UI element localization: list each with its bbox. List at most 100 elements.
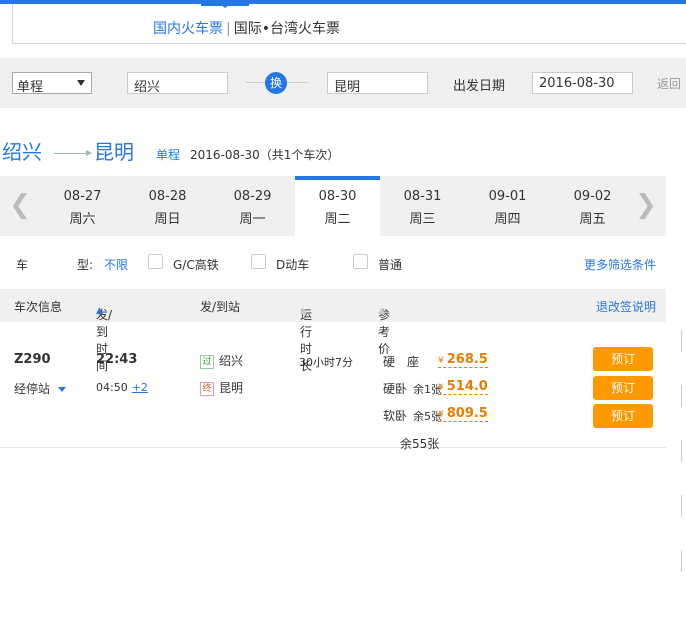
to-station-input[interactable]: 昆明: [327, 72, 428, 95]
checkbox-d-label: D动车: [276, 258, 310, 272]
checkbox-gc-label: G/C高铁: [173, 258, 219, 272]
table-row: Z290 经停站 22:43 04:50 +2 过绍兴 终昆明 30小时7分 硬 …: [0, 322, 666, 451]
sort-icon: ▲: [300, 306, 307, 316]
yen-icon: ¥: [438, 383, 444, 393]
from-station-name: 绍兴: [219, 354, 244, 368]
route-from: 绍兴: [2, 140, 42, 164]
depart-time: 22:43: [96, 352, 138, 367]
plus-days[interactable]: +2: [132, 381, 148, 394]
depart-date-input[interactable]: 2016-08-30: [532, 72, 633, 94]
date-tab-date: 09-01: [488, 189, 527, 204]
terminal-icon: 终: [200, 381, 214, 396]
book-button[interactable]: 预订: [593, 376, 653, 400]
table-header: 车次信息 发/到时间 ▲ 发/到站 运行时长 ▲ 参考价 ▲ 退改签说明: [0, 290, 666, 373]
return-date-label[interactable]: 返回: [657, 75, 681, 92]
date-tab[interactable]: 09-02 周五: [550, 176, 635, 236]
date-tab-date: 08-28: [148, 189, 187, 204]
sort-up-icon: ▲: [96, 306, 103, 316]
seat-price[interactable]: ¥514.0: [438, 379, 488, 395]
duration: 30小时7分: [299, 356, 353, 369]
sort-icon: ▲: [378, 306, 385, 316]
checkbox-normal-label: 普通: [378, 258, 403, 272]
route-summary: 2016-08-30（共1个车次）: [190, 148, 340, 162]
checkbox-normal[interactable]: [353, 254, 368, 269]
trip-type-value: 单程: [17, 80, 44, 95]
from-station: 过绍兴: [200, 352, 243, 369]
refund-rules-link[interactable]: 退改签说明: [596, 298, 656, 315]
col-station: 发/到站: [200, 300, 241, 314]
search-bar: 单程 绍兴 换 昆明 出发日期 2016-08-30 返回: [0, 58, 686, 108]
chevron-left-icon[interactable]: ❮: [0, 176, 40, 236]
seat-price[interactable]: ¥268.5: [438, 352, 488, 368]
date-tab-weekday: 周三: [409, 212, 436, 227]
tab-domestic[interactable]: 国内火车票: [153, 21, 223, 37]
date-tab-date: 08-31: [403, 189, 442, 204]
col-train: 车次信息: [14, 300, 63, 314]
date-tab[interactable]: 08-27 周六: [40, 176, 125, 236]
date-tab-weekday: 周六: [69, 212, 96, 227]
edge-divider: [681, 550, 682, 572]
date-tab-weekday: 周五: [579, 212, 606, 227]
date-tab[interactable]: 08-28 周日: [125, 176, 210, 236]
seat-price-value: 514.0: [446, 379, 488, 394]
more-filters-link[interactable]: 更多筛选条件: [584, 256, 656, 273]
filter-label-a: 车: [16, 258, 29, 272]
stops-toggle[interactable]: 经停站: [14, 380, 67, 397]
arrive-time-wrap: 04:50 +2: [96, 381, 148, 394]
seat-price[interactable]: ¥809.5: [438, 406, 488, 422]
trip-type-select[interactable]: 单程: [12, 72, 92, 95]
train-number[interactable]: Z290: [14, 352, 51, 367]
tab-international[interactable]: 国际•台湾火车票: [234, 21, 340, 37]
filter-label-b: 型:: [77, 258, 94, 272]
yen-icon: ¥: [438, 410, 444, 420]
date-tab[interactable]: 08-29 周一: [210, 176, 295, 236]
train-type-filter: 车 型: 不限 G/C高铁 D动车 普通 更多筛选条件: [0, 236, 666, 290]
yen-icon: ¥: [438, 356, 444, 366]
book-button[interactable]: 预订: [593, 347, 653, 371]
edge-divider: [681, 495, 682, 517]
stops-label: 经停站: [14, 382, 51, 396]
arrow-right-icon: [54, 150, 92, 156]
nav-separator: |: [226, 21, 231, 37]
route-to: 昆明: [94, 140, 134, 164]
route-title: 绍兴 昆明: [2, 136, 134, 165]
date-tab-weekday: 周日: [154, 212, 181, 227]
route-type: 单程: [156, 148, 181, 162]
date-tab-date: 09-02: [573, 189, 612, 204]
chevron-down-icon: [77, 80, 85, 86]
edge-divider: [681, 385, 682, 407]
chevron-down-icon: [58, 387, 67, 392]
checkbox-d[interactable]: [251, 254, 266, 269]
checkbox-gc[interactable]: [148, 254, 163, 269]
chevron-right-icon[interactable]: ❯: [626, 176, 666, 236]
to-station-name: 昆明: [219, 381, 244, 395]
edge-divider: [681, 440, 682, 462]
from-station-input[interactable]: 绍兴: [127, 72, 228, 95]
remaining-seats: 余55张: [400, 437, 440, 451]
date-tab-weekday: 周二: [324, 212, 351, 227]
seat-name: 软卧: [383, 409, 408, 423]
date-tab-weekday: 周四: [494, 212, 521, 227]
date-tab-date: 08-29: [233, 189, 272, 204]
edge-divider: [681, 330, 682, 352]
date-label: 出发日期: [453, 79, 506, 94]
arrive-time: 04:50: [96, 381, 128, 394]
swap-button[interactable]: 换: [265, 72, 287, 94]
date-tab-active[interactable]: 08-30 周二: [295, 176, 380, 236]
filter-any[interactable]: 不限: [104, 256, 128, 273]
seat-price-value: 809.5: [446, 406, 488, 421]
date-tab-weekday: 周一: [239, 212, 266, 227]
seat-name: 硬 座: [383, 355, 420, 369]
date-tab-date: 08-27: [63, 189, 102, 204]
route-meta: 单程 2016-08-30（共1个车次）: [156, 146, 339, 163]
seat-name: 硬卧: [383, 382, 408, 396]
book-button[interactable]: 预订: [593, 404, 653, 428]
to-station: 终昆明: [200, 379, 243, 396]
date-tab[interactable]: 08-31 周三: [380, 176, 465, 236]
pass-icon: 过: [200, 354, 214, 369]
seat-price-value: 268.5: [446, 352, 488, 367]
ticket-nav: 国内火车票 | 国际•台湾火车票: [12, 4, 686, 44]
date-tab[interactable]: 09-01 周四: [465, 176, 550, 236]
date-tab-date: 08-30: [318, 189, 357, 204]
date-strip: ❮ 08-27 周六 08-28 周日 08-29 周一 08-30 周二 08-31 周…: [0, 176, 666, 236]
